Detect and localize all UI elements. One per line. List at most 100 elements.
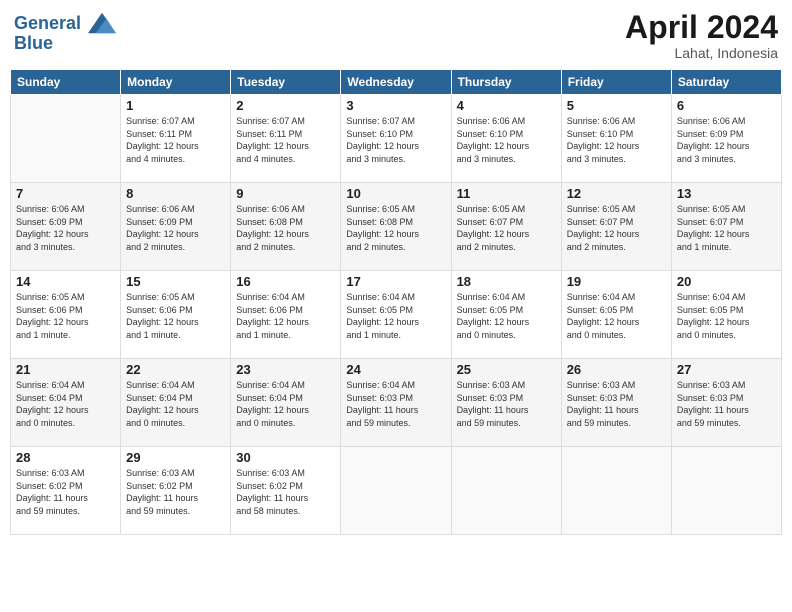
calendar-day-cell: 24 Sunrise: 6:04 AM Sunset: 6:03 PM Dayli… <box>341 359 451 447</box>
day-info: Sunrise: 6:04 AM Sunset: 6:05 PM Dayligh… <box>677 291 776 341</box>
calendar-day-cell: 12Sunrise: 6:05 AM Sunset: 6:07 PM Dayli… <box>561 183 671 271</box>
calendar-day-cell: 3Sunrise: 6:07 AM Sunset: 6:10 PM Daylig… <box>341 95 451 183</box>
calendar-empty-cell <box>341 447 451 535</box>
calendar-day-cell: 29 Sunrise: 6:03 AM Sunset: 6:02 PM Dayli… <box>121 447 231 535</box>
day-info: Sunrise: 6:03 AM Sunset: 6:03 PM Dayligh… <box>457 379 556 429</box>
logo-text: General <box>14 14 116 34</box>
day-info: Sunrise: 6:05 AM Sunset: 6:07 PM Dayligh… <box>457 203 556 253</box>
calendar-day-cell: 30 Sunrise: 6:03 AM Sunset: 6:02 PM Dayli… <box>231 447 341 535</box>
day-number: 12 <box>567 186 666 201</box>
day-info: Sunrise: 6:06 AM Sunset: 6:09 PM Dayligh… <box>677 115 776 165</box>
calendar-empty-cell <box>451 447 561 535</box>
day-number: 11 <box>457 186 556 201</box>
calendar-day-header: Wednesday <box>341 70 451 95</box>
calendar-day-cell: 2 Sunrise: 6:07 AM Sunset: 6:11 PM Daylig… <box>231 95 341 183</box>
calendar-day-cell: 10 Sunrise: 6:05 AM Sunset: 6:08 PM Dayli… <box>341 183 451 271</box>
calendar-day-cell: 19 Sunrise: 6:04 AM Sunset: 6:05 PM Dayli… <box>561 271 671 359</box>
day-info: Sunrise: 6:07 AM Sunset: 6:11 PM Dayligh… <box>126 115 225 165</box>
day-number: 21 <box>16 362 115 377</box>
title-block: April 2024 Lahat, Indonesia <box>625 10 778 61</box>
day-number: 24 <box>346 362 445 377</box>
day-info: Sunrise: 6:04 AM Sunset: 6:06 PM Dayligh… <box>236 291 335 341</box>
logo-blue: Blue <box>14 34 116 54</box>
calendar-day-cell: 23 Sunrise: 6:04 AM Sunset: 6:04 PM Dayli… <box>231 359 341 447</box>
day-info: Sunrise: 6:04 AM Sunset: 6:05 PM Dayligh… <box>346 291 445 341</box>
day-number: 8 <box>126 186 225 201</box>
day-number: 23 <box>236 362 335 377</box>
calendar-week-row: 1 Sunrise: 6:07 AM Sunset: 6:11 PM Daylig… <box>11 95 782 183</box>
calendar-day-cell: 7Sunrise: 6:06 AM Sunset: 6:09 PM Daylig… <box>11 183 121 271</box>
calendar-day-cell: 15Sunrise: 6:05 AM Sunset: 6:06 PM Dayli… <box>121 271 231 359</box>
day-info: Sunrise: 6:04 AM Sunset: 6:05 PM Dayligh… <box>567 291 666 341</box>
day-info: Sunrise: 6:04 AM Sunset: 6:04 PM Dayligh… <box>236 379 335 429</box>
calendar-day-cell: 22 Sunrise: 6:04 AM Sunset: 6:04 PM Dayli… <box>121 359 231 447</box>
calendar-week-row: 28 Sunrise: 6:03 AM Sunset: 6:02 PM Dayli… <box>11 447 782 535</box>
calendar-day-cell: 17Sunrise: 6:04 AM Sunset: 6:05 PM Dayli… <box>341 271 451 359</box>
day-number: 10 <box>346 186 445 201</box>
day-number: 29 <box>126 450 225 465</box>
calendar-day-cell: 27Sunrise: 6:03 AM Sunset: 6:03 PM Dayli… <box>671 359 781 447</box>
day-number: 30 <box>236 450 335 465</box>
day-number: 5 <box>567 98 666 113</box>
location: Lahat, Indonesia <box>625 45 778 61</box>
calendar-day-cell: 16Sunrise: 6:04 AM Sunset: 6:06 PM Dayli… <box>231 271 341 359</box>
day-info: Sunrise: 6:04 AM Sunset: 6:04 PM Dayligh… <box>16 379 115 429</box>
day-info: Sunrise: 6:06 AM Sunset: 6:09 PM Dayligh… <box>126 203 225 253</box>
calendar-day-cell: 20 Sunrise: 6:04 AM Sunset: 6:05 PM Dayli… <box>671 271 781 359</box>
day-number: 2 <box>236 98 335 113</box>
day-number: 13 <box>677 186 776 201</box>
calendar-day-header: Thursday <box>451 70 561 95</box>
day-info: Sunrise: 6:03 AM Sunset: 6:03 PM Dayligh… <box>567 379 666 429</box>
calendar-week-row: 21 Sunrise: 6:04 AM Sunset: 6:04 PM Dayli… <box>11 359 782 447</box>
day-info: Sunrise: 6:05 AM Sunset: 6:06 PM Dayligh… <box>16 291 115 341</box>
calendar-day-header: Sunday <box>11 70 121 95</box>
calendar-day-header: Tuesday <box>231 70 341 95</box>
calendar-day-header: Friday <box>561 70 671 95</box>
day-info: Sunrise: 6:03 AM Sunset: 6:02 PM Dayligh… <box>126 467 225 517</box>
logo: General Blue <box>14 14 116 54</box>
day-info: Sunrise: 6:04 AM Sunset: 6:03 PM Dayligh… <box>346 379 445 429</box>
calendar-day-header: Saturday <box>671 70 781 95</box>
day-number: 26 <box>567 362 666 377</box>
day-info: Sunrise: 6:05 AM Sunset: 6:08 PM Dayligh… <box>346 203 445 253</box>
day-number: 28 <box>16 450 115 465</box>
calendar-day-cell: 14Sunrise: 6:05 AM Sunset: 6:06 PM Dayli… <box>11 271 121 359</box>
calendar-day-cell: 25 Sunrise: 6:03 AM Sunset: 6:03 PM Dayli… <box>451 359 561 447</box>
calendar-day-header: Monday <box>121 70 231 95</box>
day-info: Sunrise: 6:04 AM Sunset: 6:04 PM Dayligh… <box>126 379 225 429</box>
calendar-day-cell: 9Sunrise: 6:06 AM Sunset: 6:08 PM Daylig… <box>231 183 341 271</box>
calendar-day-cell: 26 Sunrise: 6:03 AM Sunset: 6:03 PM Dayli… <box>561 359 671 447</box>
day-number: 6 <box>677 98 776 113</box>
day-number: 20 <box>677 274 776 289</box>
calendar-week-row: 7Sunrise: 6:06 AM Sunset: 6:09 PM Daylig… <box>11 183 782 271</box>
calendar-empty-cell <box>11 95 121 183</box>
calendar-day-cell: 5 Sunrise: 6:06 AM Sunset: 6:10 PM Daylig… <box>561 95 671 183</box>
calendar-day-cell: 18Sunrise: 6:04 AM Sunset: 6:05 PM Dayli… <box>451 271 561 359</box>
calendar-day-cell: 21 Sunrise: 6:04 AM Sunset: 6:04 PM Dayli… <box>11 359 121 447</box>
page-header: General Blue April 2024 Lahat, Indonesia <box>10 10 782 61</box>
day-info: Sunrise: 6:05 AM Sunset: 6:06 PM Dayligh… <box>126 291 225 341</box>
day-number: 19 <box>567 274 666 289</box>
calendar-day-cell: 11 Sunrise: 6:05 AM Sunset: 6:07 PM Dayli… <box>451 183 561 271</box>
calendar-day-cell: 8 Sunrise: 6:06 AM Sunset: 6:09 PM Daylig… <box>121 183 231 271</box>
day-info: Sunrise: 6:07 AM Sunset: 6:11 PM Dayligh… <box>236 115 335 165</box>
day-number: 9 <box>236 186 335 201</box>
day-info: Sunrise: 6:03 AM Sunset: 6:02 PM Dayligh… <box>236 467 335 517</box>
day-number: 3 <box>346 98 445 113</box>
day-number: 22 <box>126 362 225 377</box>
month-title: April 2024 <box>625 10 778 45</box>
calendar-day-cell: 13Sunrise: 6:05 AM Sunset: 6:07 PM Dayli… <box>671 183 781 271</box>
day-info: Sunrise: 6:04 AM Sunset: 6:05 PM Dayligh… <box>457 291 556 341</box>
calendar-empty-cell <box>561 447 671 535</box>
day-info: Sunrise: 6:06 AM Sunset: 6:10 PM Dayligh… <box>457 115 556 165</box>
calendar-empty-cell <box>671 447 781 535</box>
day-info: Sunrise: 6:06 AM Sunset: 6:10 PM Dayligh… <box>567 115 666 165</box>
calendar-day-cell: 6 Sunrise: 6:06 AM Sunset: 6:09 PM Daylig… <box>671 95 781 183</box>
day-number: 1 <box>126 98 225 113</box>
calendar-header-row: SundayMondayTuesdayWednesdayThursdayFrid… <box>11 70 782 95</box>
calendar-week-row: 14Sunrise: 6:05 AM Sunset: 6:06 PM Dayli… <box>11 271 782 359</box>
day-info: Sunrise: 6:06 AM Sunset: 6:09 PM Dayligh… <box>16 203 115 253</box>
day-number: 25 <box>457 362 556 377</box>
day-number: 4 <box>457 98 556 113</box>
day-info: Sunrise: 6:03 AM Sunset: 6:03 PM Dayligh… <box>677 379 776 429</box>
